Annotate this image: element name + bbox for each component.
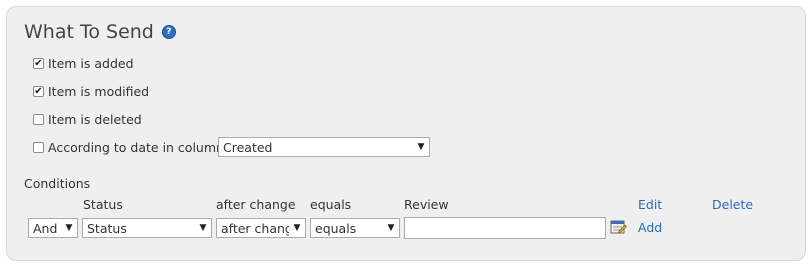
join-select[interactable]: And ▼	[28, 218, 78, 238]
header-operator: equals	[310, 197, 352, 212]
operator-select[interactable]: equals ▼	[310, 218, 400, 238]
item-deleted-checkbox[interactable]	[33, 113, 44, 125]
date-in-column-checkbox[interactable]	[33, 141, 44, 153]
edit-link[interactable]: Edit	[638, 197, 662, 213]
date-column-select[interactable]: Created ▼	[218, 137, 430, 157]
item-added-checkbox[interactable]: ✔	[33, 57, 44, 69]
conditions-heading: Conditions	[24, 176, 91, 191]
condition-value-input[interactable]	[404, 217, 606, 239]
operator-value: equals	[315, 220, 357, 236]
date-in-column-label: According to date in column	[48, 139, 224, 155]
checkbox-date-in-column[interactable]: According to date in column	[33, 139, 224, 155]
when-select[interactable]: after chang ▼	[216, 218, 306, 238]
section-title: What To Send ?	[24, 20, 176, 44]
item-added-label: Item is added	[48, 55, 134, 71]
when-value: after chang	[221, 220, 289, 236]
item-modified-label: Item is modified	[48, 83, 150, 99]
delete-link[interactable]: Delete	[712, 197, 753, 213]
item-modified-checkbox[interactable]: ✔	[33, 85, 44, 97]
join-value: And	[33, 220, 58, 236]
header-when: after change	[216, 197, 296, 212]
header-value: Review	[404, 197, 449, 212]
lookup-picker-icon[interactable]	[610, 219, 627, 235]
field-select[interactable]: Status ▼	[82, 218, 212, 238]
chevron-down-icon: ▼	[293, 223, 301, 233]
item-deleted-label: Item is deleted	[48, 111, 142, 127]
field-value: Status	[87, 220, 127, 236]
add-condition-link[interactable]: Add	[638, 220, 662, 236]
date-column-value: Created	[223, 139, 273, 155]
chevron-down-icon: ▼	[417, 142, 425, 152]
section-title-text: What To Send	[24, 21, 154, 43]
chevron-down-icon: ▼	[65, 223, 73, 233]
help-icon[interactable]: ?	[161, 25, 176, 39]
chevron-down-icon: ▼	[387, 223, 395, 233]
chevron-down-icon: ▼	[199, 223, 207, 233]
checkbox-item-deleted[interactable]: Item is deleted	[33, 111, 142, 127]
header-field: Status	[83, 197, 123, 212]
checkbox-item-modified[interactable]: ✔ Item is modified	[33, 83, 149, 99]
checkbox-item-added[interactable]: ✔ Item is added	[33, 55, 134, 71]
